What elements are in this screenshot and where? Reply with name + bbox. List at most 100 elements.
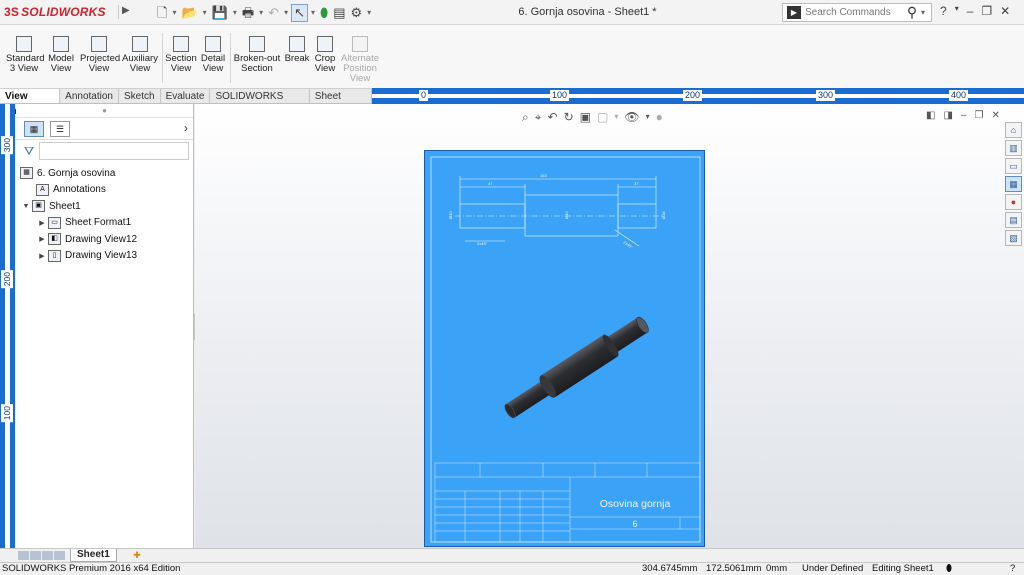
tree-item-sheet-format1[interactable]: ▶ ▭ Sheet Format1 [16,215,193,232]
drawing-sheet[interactable]: 163 47 37 Ø30 Ø40 Ø28 2x45° 2x45° Osovin… [424,150,705,547]
filter-input[interactable] [39,142,189,160]
filter-icon[interactable]: ⛛ [24,145,36,157]
rebuild-status-icon[interactable]: ⬮ [946,563,952,575]
auxiliary-view-button[interactable]: Auxiliary View [122,36,158,74]
button-label: View [314,63,336,74]
alternate-position-view-button[interactable]: Alternate Position View [340,36,380,84]
expand-arrow-icon[interactable]: ▶ [36,235,48,243]
sheet-tab-sheet1[interactable]: Sheet1 [70,549,117,562]
tree-item-label: Drawing View13 [65,250,138,262]
collapse-arrow-icon[interactable]: ▼ [20,203,32,210]
display-style-icon[interactable]: ▢ [597,108,608,126]
standard-3-view-button[interactable]: Standard 3 View [6,36,45,74]
zoom-to-fit-icon[interactable]: ⌕ [522,108,529,126]
add-sheet-icon[interactable]: ✚ [130,549,144,561]
projected-view-button[interactable]: Projected View [80,36,120,74]
horizontal-ruler: 0 100 200 300 400 [372,88,1024,104]
broken-out-section-button[interactable]: Broken-out Section [233,36,281,74]
display-style-dropdown-icon[interactable]: ▾ [614,108,618,126]
appearance-icon[interactable]: ● [656,108,663,126]
ruler-label: 0 [419,90,429,101]
tab-annotation[interactable]: Annotation [60,89,119,103]
help-icon[interactable]: ? [940,4,947,18]
document-window-controls: ◧ ◨ – ❐ ✕ [926,110,1000,121]
model-view-button[interactable]: Model View [46,36,76,74]
previous-sheet-icon[interactable] [30,551,41,560]
view-orientation-icon[interactable]: ▣ [580,108,591,126]
front-view[interactable] [455,176,663,247]
tile-left-icon[interactable]: ◧ [926,110,935,121]
status-editing: Editing Sheet1 [872,563,934,574]
shaft-middle-step [524,194,619,237]
break-button[interactable]: Break [284,36,310,64]
doc-minimize-icon[interactable]: – [961,110,967,121]
tab-solidworks-add-ins[interactable]: SOLIDWORKS Add-Ins [210,89,310,117]
expand-arrow-icon[interactable]: ▶ [36,252,48,260]
tab-sheet-format[interactable]: Sheet Format [310,89,372,117]
command-manager-ribbon: Standard 3 View Model View Projected Vie… [0,25,1024,88]
search-dropdown-icon[interactable]: ▾ [921,8,931,17]
hide-show-dropdown-icon[interactable]: ▾ [646,108,650,126]
tree-item-sheet1[interactable]: ▼ ▣ Sheet1 [16,198,193,215]
break-icon [289,36,305,52]
isometric-view[interactable] [500,312,653,424]
crop-view-button[interactable]: Crop View [312,36,338,74]
ruler-label: 100 [550,90,570,101]
property-manager-tab-icon[interactable]: ☰ [50,120,70,137]
button-label: View [349,73,371,84]
title-block-title: Osovina gornja [600,498,671,510]
status-edition: SOLIDWORKS Premium 2016 x64 Edition [2,563,181,574]
file-explorer-icon[interactable]: ▭ [1005,158,1022,174]
button-label: Section [241,63,273,74]
feature-manager-tab-icon[interactable]: ▦ [24,120,44,137]
search-commands-box[interactable]: ▶ Search Commands ⚲ ▾ [782,3,932,22]
dimension-left-label: 47 [488,181,493,186]
zoom-to-area-icon[interactable]: ⌖ [535,108,542,126]
first-sheet-icon[interactable] [18,551,29,560]
last-sheet-icon[interactable] [54,551,65,560]
help-dropdown-icon[interactable]: ▾ [955,4,959,18]
model-view-icon [53,36,69,52]
status-bar: SOLIDWORKS Premium 2016 x64 Edition 304.… [0,562,1024,575]
feature-tree: ▦ 6. Gornja osovina A Annotations ▼ ▣ Sh… [16,162,193,264]
tab-evaluate[interactable]: Evaluate [161,89,211,103]
tab-view-layout[interactable]: View Layout [0,89,61,117]
expand-arrow-icon[interactable]: ▶ [36,219,48,227]
detail-view-button[interactable]: Detail View [199,36,227,74]
tree-root[interactable]: ▦ 6. Gornja osovina [16,165,193,182]
appearances-scenes-icon[interactable]: ● [1005,194,1022,210]
tree-item-annotations[interactable]: A Annotations [16,182,193,199]
tree-item-drawing-view13[interactable]: ▶ ▯ Drawing View13 [16,248,193,265]
chamfer-left-label: 2x45° [477,241,488,246]
previous-view-icon[interactable]: ↶ [548,108,558,126]
restore-icon[interactable]: ❐ [981,4,992,18]
design-library-icon[interactable]: ▥ [1005,140,1022,156]
forum-icon[interactable]: ▧ [1005,230,1022,246]
doc-close-icon[interactable]: ✕ [991,110,999,121]
section-view-button[interactable]: Section View [165,36,197,74]
close-icon[interactable]: ✕ [1000,4,1010,18]
chevron-right-icon[interactable]: › [184,121,188,135]
custom-properties-icon[interactable]: ▤ [1005,212,1022,228]
sheet-icon: ▣ [32,200,45,213]
tile-right-icon[interactable]: ◨ [943,110,952,121]
ruler-label: 400 [949,90,969,101]
next-sheet-icon[interactable] [42,551,53,560]
hide-show-items-icon[interactable]: 👁 [624,108,639,126]
tree-item-label: Drawing View12 [65,233,138,245]
status-help-icon[interactable]: ? [1010,563,1015,575]
button-label: View [88,63,110,74]
view-palette-icon[interactable]: ▦ [1005,176,1022,192]
doc-restore-icon[interactable]: ❐ [974,110,983,121]
rebuild-icon[interactable]: ↻ [564,108,574,126]
tab-sketch[interactable]: Sketch [119,89,161,103]
panel-grip[interactable]: ● [16,104,193,118]
solidworks-resources-icon[interactable]: ⌂ [1005,122,1022,138]
heads-up-view-toolbar: ⌕ ⌖ ↶ ↻ ▣ ▢ ▾ 👁 ▾ ● [522,108,663,126]
minimize-icon[interactable]: – [967,4,974,18]
section-view-icon [173,36,189,52]
search-icon[interactable]: ⚲ [903,4,921,21]
search-input[interactable]: Search Commands [805,7,903,18]
tree-item-drawing-view12[interactable]: ▶ ◧ Drawing View12 [16,231,193,248]
broken-out-section-icon [249,36,265,52]
